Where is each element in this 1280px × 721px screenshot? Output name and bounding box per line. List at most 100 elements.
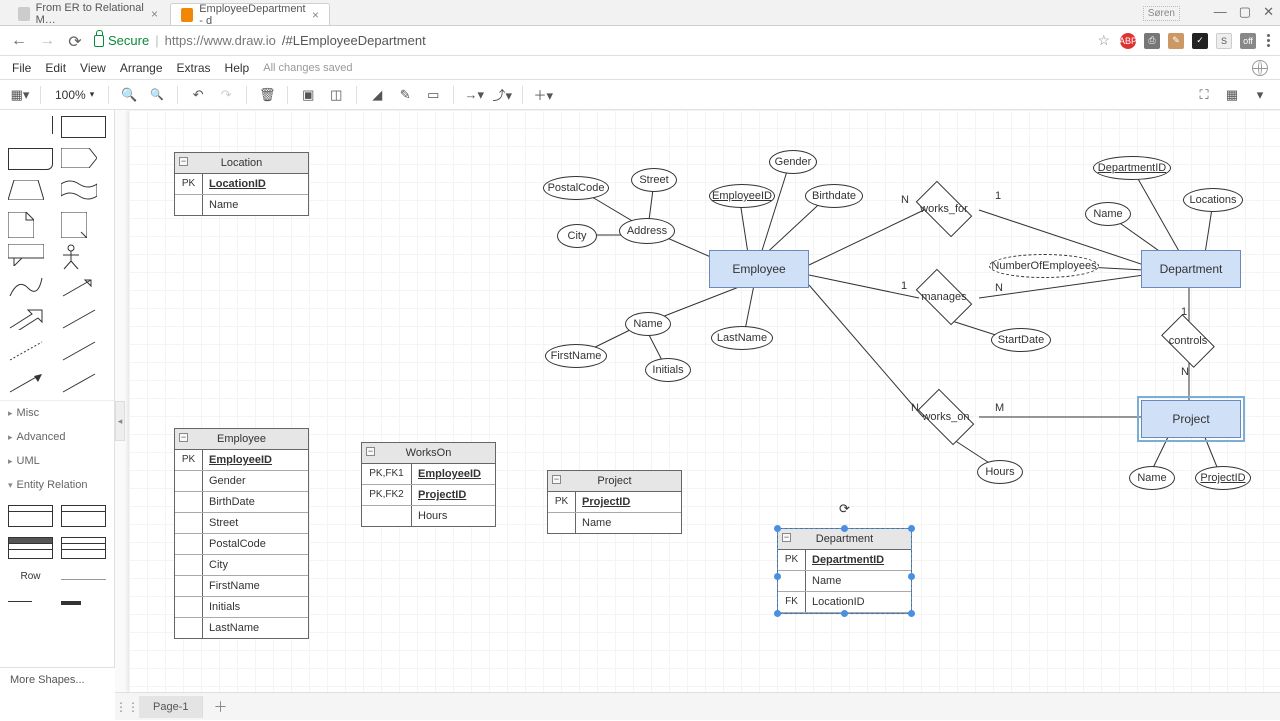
er-shape-table3[interactable] — [8, 537, 53, 559]
collapse-icon[interactable]: − — [179, 157, 188, 166]
menu-arrange[interactable]: Arrange — [120, 61, 163, 75]
attr-firstname[interactable]: FirstName — [545, 344, 607, 368]
attr-initials[interactable]: Initials — [645, 358, 691, 382]
shape-line[interactable] — [61, 340, 106, 362]
er-shape-bar[interactable] — [61, 601, 81, 605]
menu-icon[interactable] — [1266, 34, 1270, 47]
er-shape-rowline[interactable] — [61, 579, 106, 581]
back-icon[interactable]: ← — [10, 32, 28, 50]
format-panel-icon[interactable]: ▦ — [1220, 83, 1244, 107]
rel-works-for[interactable]: works_for — [913, 188, 975, 230]
shape-actor[interactable] — [61, 244, 106, 266]
attr-dept-loc[interactable]: Locations — [1183, 188, 1243, 212]
attr-proj-name[interactable]: Name — [1129, 466, 1175, 490]
minimize-icon[interactable]: — — [1214, 4, 1227, 20]
attr-employeeid[interactable]: EmployeeID — [709, 184, 775, 208]
shape-callout[interactable] — [8, 244, 53, 266]
collapse-icon[interactable]: − — [179, 433, 188, 442]
er-entity-employee[interactable]: Employee — [709, 250, 809, 288]
shape-arrow-thick[interactable] — [8, 308, 53, 330]
rel-manages[interactable]: manages — [913, 276, 975, 318]
redo-icon[interactable]: ↷ — [214, 83, 238, 107]
table-workson[interactable]: −WorksOn PK,FK1EmployeeID PK,FK2ProjectI… — [361, 442, 496, 527]
collapse-icon[interactable]: ▾ — [1248, 83, 1272, 107]
rel-works-on[interactable]: works_on — [915, 396, 977, 438]
menu-extras[interactable]: Extras — [177, 61, 211, 75]
adblock-icon[interactable]: ABP — [1120, 33, 1136, 49]
shape-tape[interactable] — [61, 180, 106, 202]
page-drag-icon[interactable]: ⋮⋮ — [115, 700, 139, 714]
page-tab-1[interactable]: Page-1 — [139, 696, 203, 718]
shape-line2[interactable] — [61, 372, 106, 394]
menu-edit[interactable]: Edit — [45, 61, 66, 75]
rel-controls[interactable]: controls — [1159, 320, 1217, 362]
attr-address[interactable]: Address — [619, 218, 675, 244]
forward-icon[interactable]: → — [38, 32, 56, 50]
er-shape-table2[interactable] — [61, 505, 106, 527]
table-project[interactable]: −Project PKProjectID Name — [547, 470, 682, 534]
menu-view[interactable]: View — [80, 61, 106, 75]
shadow-icon[interactable]: ▭ — [421, 83, 445, 107]
reload-icon[interactable]: ⟳ — [66, 32, 84, 50]
zoom-selector[interactable]: 100%▾ — [49, 88, 100, 102]
fill-icon[interactable]: ◢ — [365, 83, 389, 107]
to-back-icon[interactable]: ◫ — [324, 83, 348, 107]
close-window-icon[interactable]: ✕ — [1263, 4, 1274, 20]
cat-uml[interactable]: ▸UML — [0, 449, 114, 473]
attr-proj-id[interactable]: ProjectID — [1195, 466, 1251, 490]
fullscreen-icon[interactable]: ⛶ — [1192, 83, 1216, 107]
tab-employee-department[interactable]: EmployeeDepartment - d × — [170, 3, 330, 25]
shape-step[interactable] — [61, 148, 106, 170]
er-shape-table4[interactable] — [61, 537, 106, 559]
connection-icon[interactable]: →▾ — [462, 83, 486, 107]
attr-street[interactable]: Street — [631, 168, 677, 192]
close-icon[interactable]: × — [312, 8, 319, 22]
attr-postalcode[interactable]: PostalCode — [543, 176, 609, 200]
shape-page[interactable] — [61, 212, 106, 234]
to-front-icon[interactable]: ▣ — [296, 83, 320, 107]
more-shapes-button[interactable]: More Shapes... — [0, 667, 115, 692]
table-location[interactable]: −Location PKLocationID Name — [174, 152, 309, 216]
shape-card[interactable] — [8, 148, 53, 170]
canvas-area[interactable]: ◂ — [115, 110, 1280, 692]
ext-icon[interactable]: S — [1216, 33, 1232, 49]
attr-name-emp[interactable]: Name — [625, 312, 671, 336]
ext-icon[interactable]: ✎ — [1168, 33, 1184, 49]
er-shape-table[interactable] — [8, 505, 53, 527]
shape-note[interactable] — [8, 212, 53, 234]
shape-dash[interactable] — [8, 340, 53, 362]
ext-icon[interactable]: off — [1240, 33, 1256, 49]
close-icon[interactable]: × — [151, 7, 158, 21]
zoom-out-icon[interactable]: 🔍 — [145, 83, 169, 107]
line-icon[interactable]: ✎ — [393, 83, 417, 107]
collapse-icon[interactable]: − — [782, 533, 791, 542]
collapse-icon[interactable]: − — [552, 475, 561, 484]
attr-numemp[interactable]: NumberOfEmployees — [989, 254, 1099, 278]
attr-birthdate[interactable]: Birthdate — [805, 184, 863, 208]
menu-help[interactable]: Help — [225, 61, 250, 75]
shape-line-diag[interactable] — [61, 308, 106, 330]
ext-icon[interactable]: ✓ — [1192, 33, 1208, 49]
attr-dept-id[interactable]: DepartmentID — [1093, 156, 1171, 180]
zoom-in-icon[interactable]: 🔍 — [117, 83, 141, 107]
delete-icon[interactable]: 🗑 — [255, 83, 279, 107]
undo-icon[interactable]: ↶ — [186, 83, 210, 107]
attr-lastname[interactable]: LastName — [711, 326, 773, 350]
add-page-icon[interactable]: ＋ — [203, 693, 237, 721]
attr-startdate[interactable]: StartDate — [991, 328, 1051, 352]
attr-dept-name[interactable]: Name — [1085, 202, 1131, 226]
rotate-icon[interactable]: ⟳ — [839, 501, 850, 517]
cat-entity-relation[interactable]: ▾Entity Relation — [0, 473, 114, 497]
table-department[interactable]: ⟳ −Department PKDepartmentID Name FKLoca… — [777, 528, 912, 614]
waypoint-icon[interactable]: ⤴▾ — [490, 83, 514, 107]
attr-hours[interactable]: Hours — [977, 460, 1023, 484]
table-employee[interactable]: −Employee PKEmployeeID Gender BirthDate … — [174, 428, 309, 639]
maximize-icon[interactable]: ▢ — [1239, 4, 1251, 20]
menu-file[interactable]: File — [12, 61, 31, 75]
er-entity-department[interactable]: Department — [1141, 250, 1241, 288]
bookmark-icon[interactable]: ☆ — [1097, 32, 1110, 49]
cat-misc[interactable]: ▸Misc — [0, 401, 114, 425]
shape-curve[interactable] — [8, 276, 53, 298]
attr-city[interactable]: City — [557, 224, 597, 248]
er-shape-row[interactable]: Row — [8, 569, 53, 583]
